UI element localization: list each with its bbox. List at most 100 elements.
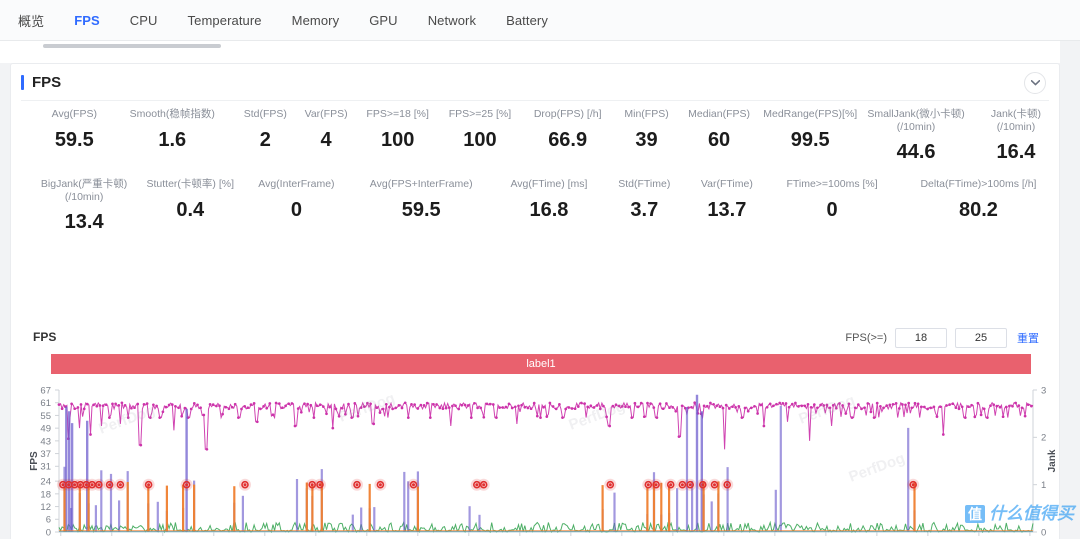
fps-point — [992, 403, 996, 407]
metric-label: FTime>=100ms [%] — [786, 178, 878, 190]
fps-point — [372, 422, 376, 426]
fps-point — [520, 403, 523, 407]
fps-point — [277, 402, 281, 405]
fps-point — [970, 403, 973, 407]
series-label-bar[interactable]: label1 — [51, 354, 1031, 374]
fps-point — [982, 407, 986, 411]
metric-label: Avg(FTime) [ms] — [510, 178, 588, 190]
bigjank-marker — [646, 483, 650, 487]
metrics-row-1: Avg(FPS) 59.5 Smooth(稳帧指数) 1.6 Std(FPS) 2 Var(… — [11, 108, 1061, 164]
fps-point — [954, 406, 958, 410]
bigjank-marker — [147, 483, 151, 487]
series-bigjank — [56, 478, 920, 491]
fps-point — [318, 403, 322, 407]
fps-point — [180, 414, 184, 418]
tab-gpu[interactable]: GPU — [369, 13, 397, 28]
fps-point — [98, 404, 102, 407]
fps-chart[interactable]: 0612182431374349556167012300:0000:4101:2… — [11, 382, 1061, 539]
fps-point — [92, 403, 95, 407]
fps-point — [89, 433, 92, 436]
fps-point — [120, 401, 124, 405]
fps-threshold-low-input[interactable] — [895, 328, 947, 348]
fps-point — [413, 403, 416, 406]
bigjank-marker — [355, 483, 359, 487]
fps-point — [633, 401, 637, 405]
fps-point — [491, 403, 495, 406]
main-tabbar: 概览 FPS CPU Temperature Memory GPU Network Batte… — [0, 0, 1080, 41]
metric-label: BigJank(严重卡顿) — [40, 178, 128, 190]
tab-battery[interactable]: Battery — [506, 13, 548, 28]
tab-network[interactable]: Network — [428, 13, 476, 28]
y-tick-label: 18 — [40, 489, 51, 500]
fps-point — [451, 404, 454, 408]
fps-point — [576, 405, 580, 408]
fps-card: FPS Avg(FPS) 59.5 Smooth(稳帧指数) 1.6 Std(FPS) 2… — [10, 63, 1060, 539]
fps-point — [794, 401, 797, 405]
fps-threshold-high-input[interactable] — [955, 328, 1007, 348]
metric-label: Stutter(卡顿率) [%] — [146, 178, 235, 190]
fps-point — [296, 407, 300, 410]
fps-point — [403, 401, 407, 405]
fps-point — [564, 407, 568, 411]
bigjank-marker — [608, 483, 612, 487]
horizontal-scrollbar-track[interactable] — [43, 44, 1020, 48]
metric-label: Std(FTime) — [618, 178, 671, 190]
metric-label: Delta(FTime)>100ms [/h] — [920, 178, 1037, 190]
fps-point — [963, 416, 967, 419]
tab-fps[interactable]: FPS — [74, 13, 100, 28]
fps-point — [202, 413, 206, 417]
fps-point — [784, 402, 788, 405]
y-tick-label: 0 — [46, 527, 51, 538]
tab-memory[interactable]: Memory — [292, 13, 340, 28]
fps-point — [781, 401, 785, 405]
fps-point — [199, 406, 202, 410]
fps-point — [79, 403, 83, 406]
fps-point — [998, 405, 1002, 409]
tab-概览[interactable]: 概览 — [18, 11, 44, 30]
fps-point — [287, 402, 291, 406]
metric-avg-interframe: Avg(InterFrame) 0 — [245, 178, 347, 222]
horizontal-scrollbar-thumb[interactable] — [43, 44, 221, 48]
fps-point — [910, 406, 914, 410]
fps-point — [400, 406, 404, 410]
fps-point — [570, 407, 574, 410]
metric-label: Avg(FPS+InterFrame) — [369, 178, 473, 190]
fps-point — [1014, 401, 1018, 405]
fps-chart-svg[interactable]: 0612182431374349556167012300:0000:4101:2… — [11, 382, 1061, 539]
fps-point — [712, 402, 715, 406]
fps-point — [114, 402, 117, 406]
fps-point — [989, 404, 992, 408]
metric-drop-fps-h: Drop(FPS) [/h] 66.9 — [521, 108, 614, 152]
fps-point — [306, 402, 309, 406]
fps-point — [737, 404, 741, 408]
fps-point — [762, 424, 766, 428]
tab-cpu[interactable]: CPU — [130, 13, 158, 28]
fps-point — [476, 406, 479, 410]
metric-min-fps: Min(FPS) 39 — [614, 108, 679, 152]
tab-temperature[interactable]: Temperature — [188, 13, 262, 28]
fps-point — [473, 401, 476, 405]
fps-point — [1011, 404, 1014, 408]
fps-point — [941, 433, 945, 436]
fps-point — [957, 407, 961, 411]
fps-point — [844, 412, 848, 415]
fps-point — [535, 414, 539, 418]
fps-point — [501, 406, 505, 409]
plot-watermark: PerfDog — [567, 398, 628, 434]
metric-ftime-100ms: FTime>=100ms [%] 0 — [768, 178, 896, 222]
metric-value: 13.4 — [64, 211, 104, 233]
collapse-card-button[interactable] — [1024, 72, 1046, 94]
fps-point — [460, 403, 464, 407]
fps-point — [702, 404, 706, 408]
fps-point — [721, 406, 725, 410]
fps-point — [218, 404, 221, 408]
series-jank — [63, 481, 916, 532]
fps-point — [95, 404, 99, 408]
fps-threshold-controls: FPS(>=) 重置 — [845, 328, 1039, 348]
metric-value: 1.6 — [158, 128, 187, 151]
fps-point — [860, 407, 863, 411]
fps-point — [671, 406, 675, 409]
bigjank-marker — [118, 483, 122, 487]
reset-button[interactable]: 重置 — [1017, 330, 1039, 346]
fps-point — [230, 405, 234, 409]
